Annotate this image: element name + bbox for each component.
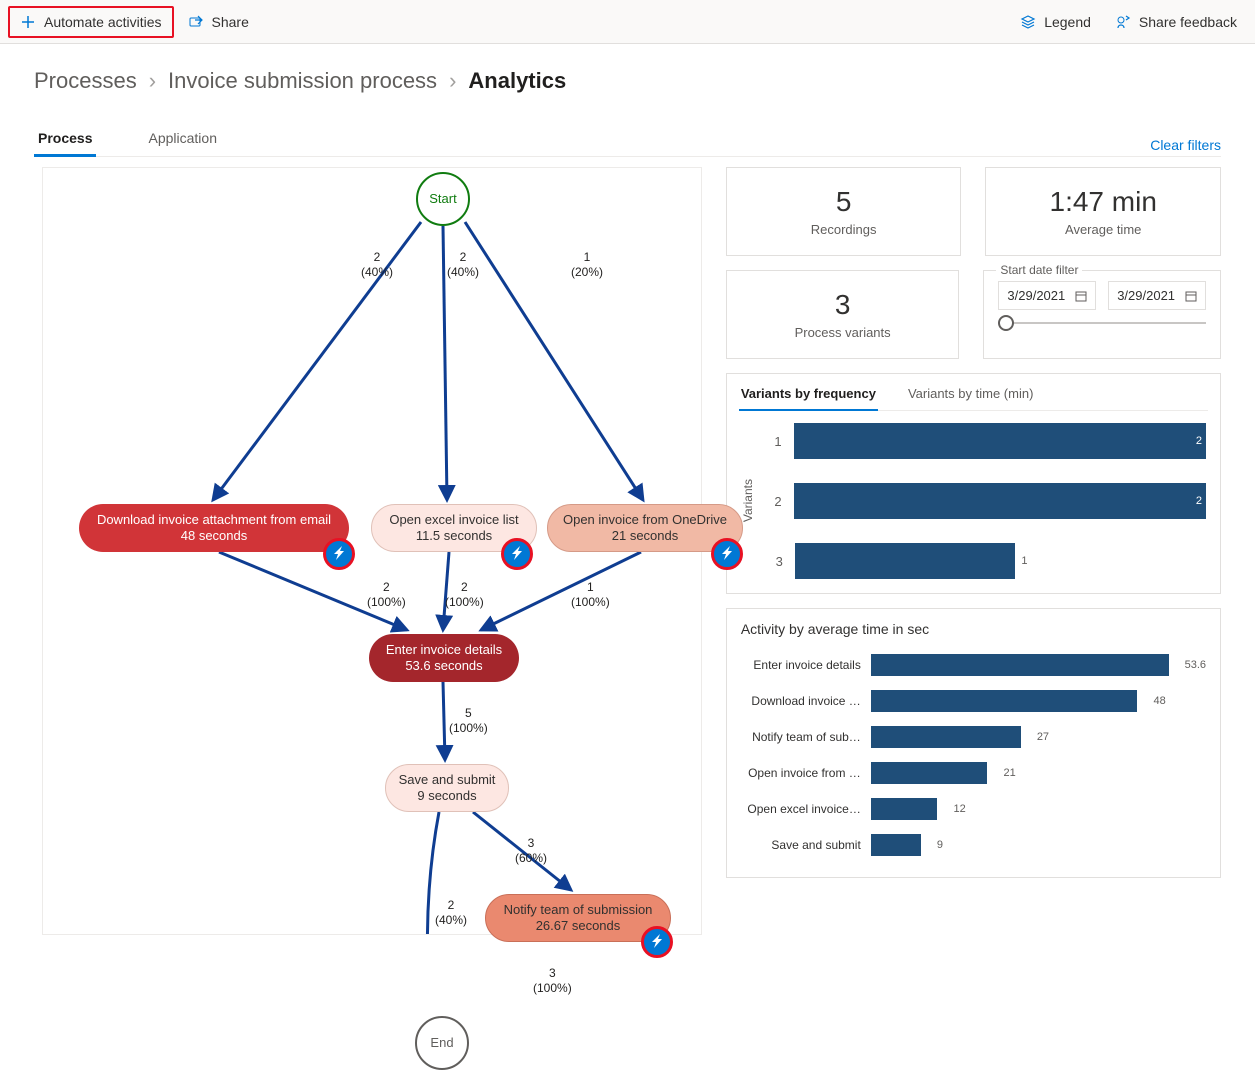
share-button[interactable]: Share — [178, 8, 259, 36]
date-slider[interactable] — [998, 322, 1206, 324]
edge-label: 5(100%) — [449, 706, 488, 736]
variants-chart[interactable]: 12 22 31 — [765, 423, 1206, 579]
variants-panel: Variants by frequency Variants by time (… — [726, 373, 1221, 594]
tab-variants-time[interactable]: Variants by time (min) — [906, 382, 1035, 411]
edge-label: 1(100%) — [571, 580, 610, 610]
automate-activities-button[interactable]: Automate activities — [8, 6, 174, 38]
feedback-icon — [1115, 14, 1131, 30]
toolbar-right: Legend Share feedback — [1010, 8, 1247, 36]
edge-label: 3(100%) — [533, 966, 572, 996]
edge-label: 3(60%) — [515, 836, 547, 866]
activity-bar-row[interactable]: Open excel invoice…12 — [741, 791, 1206, 827]
share-icon — [188, 14, 204, 30]
date-from-input[interactable]: 3/29/2021 — [998, 281, 1096, 310]
layout: Start Download invoice attachment from e… — [42, 161, 1221, 935]
variants-bar-row[interactable]: 12 — [765, 423, 1206, 459]
activity-bar-row[interactable]: Enter invoice details53.6 — [741, 647, 1206, 683]
edge-label: 2(40%) — [361, 250, 393, 280]
automate-badge-icon[interactable] — [711, 538, 743, 570]
edge-label: 2(100%) — [367, 580, 406, 610]
stat-row-2: 3 Process variants Start date filter 3/2… — [726, 270, 1221, 359]
variants-bar-row[interactable]: 22 — [765, 483, 1206, 519]
flow-node-save-submit[interactable]: Save and submit9 seconds — [385, 764, 509, 812]
flow-node-download-invoice[interactable]: Download invoice attachment from email48… — [79, 504, 349, 552]
automate-label: Automate activities — [44, 14, 162, 30]
toolbar-left: Automate activities Share — [8, 6, 259, 38]
automate-badge-icon[interactable] — [641, 926, 673, 958]
share-feedback-button[interactable]: Share feedback — [1105, 8, 1247, 36]
stat-process-variants[interactable]: 3 Process variants — [726, 270, 960, 359]
automate-badge-icon[interactable] — [501, 538, 533, 570]
calendar-icon — [1075, 290, 1087, 302]
activity-bar-row[interactable]: Notify team of sub…27 — [741, 719, 1206, 755]
activity-bar-row[interactable]: Save and submit9 — [741, 827, 1206, 863]
tab-variants-frequency[interactable]: Variants by frequency — [739, 382, 878, 411]
slider-knob[interactable] — [998, 315, 1014, 331]
legend-label: Legend — [1044, 14, 1091, 30]
tab-process[interactable]: Process — [34, 122, 96, 157]
breadcrumb-process[interactable]: Invoice submission process — [168, 68, 437, 94]
stat-recordings[interactable]: 5 Recordings — [726, 167, 962, 256]
stat-row-1: 5 Recordings 1:47 min Average time — [726, 167, 1221, 256]
breadcrumb: Processes › Invoice submission process ›… — [34, 68, 1221, 94]
edge-label: 2(40%) — [447, 250, 479, 280]
activity-panel: Activity by average time in sec Enter in… — [726, 608, 1221, 878]
content: Processes › Invoice submission process ›… — [0, 44, 1255, 947]
flow-node-enter-details[interactable]: Enter invoice details53.6 seconds — [369, 634, 519, 682]
calendar-icon — [1185, 290, 1197, 302]
chevron-right-icon: › — [149, 68, 156, 94]
layers-icon — [1020, 14, 1036, 30]
variants-panel-tabs: Variants by frequency Variants by time (… — [739, 382, 1208, 411]
date-filter-card: Start date filter 3/29/2021 3/29/2021 — [983, 270, 1221, 359]
variants-bar-row[interactable]: 31 — [765, 543, 1206, 579]
activity-chart[interactable]: Enter invoice details53.6Download invoic… — [741, 647, 1206, 863]
date-filter-title: Start date filter — [996, 263, 1082, 277]
clear-filters-link[interactable]: Clear filters — [1150, 137, 1221, 153]
date-to-input[interactable]: 3/29/2021 — [1108, 281, 1206, 310]
flow-node-end[interactable]: End — [415, 1016, 469, 1070]
process-map-panel[interactable]: Start Download invoice attachment from e… — [42, 167, 702, 935]
breadcrumb-root[interactable]: Processes — [34, 68, 137, 94]
edge-label: 1(20%) — [571, 250, 603, 280]
plus-icon — [20, 14, 36, 30]
stat-average-time[interactable]: 1:47 min Average time — [985, 167, 1221, 256]
automate-badge-icon[interactable] — [323, 538, 355, 570]
tabs-row: Process Application Clear filters — [34, 122, 1221, 157]
activity-bar-row[interactable]: Download invoice …48 — [741, 683, 1206, 719]
main-tabs: Process Application — [34, 122, 221, 156]
toolbar: Automate activities Share Legend Share f… — [0, 0, 1255, 44]
legend-button[interactable]: Legend — [1010, 8, 1101, 36]
feedback-label: Share feedback — [1139, 14, 1237, 30]
flow-node-start[interactable]: Start — [416, 172, 470, 226]
edge-label: 2(100%) — [445, 580, 484, 610]
variants-ylabel: Variants — [741, 479, 755, 522]
right-column: 5 Recordings 1:47 min Average time 3 Pro… — [726, 167, 1221, 935]
breadcrumb-current: Analytics — [468, 68, 566, 94]
activity-bar-row[interactable]: Open invoice from …21 — [741, 755, 1206, 791]
activity-panel-title: Activity by average time in sec — [741, 621, 1206, 637]
tab-application[interactable]: Application — [144, 122, 221, 157]
share-label: Share — [212, 14, 249, 30]
chevron-right-icon: › — [449, 68, 456, 94]
edge-label: 2(40%) — [435, 898, 467, 928]
